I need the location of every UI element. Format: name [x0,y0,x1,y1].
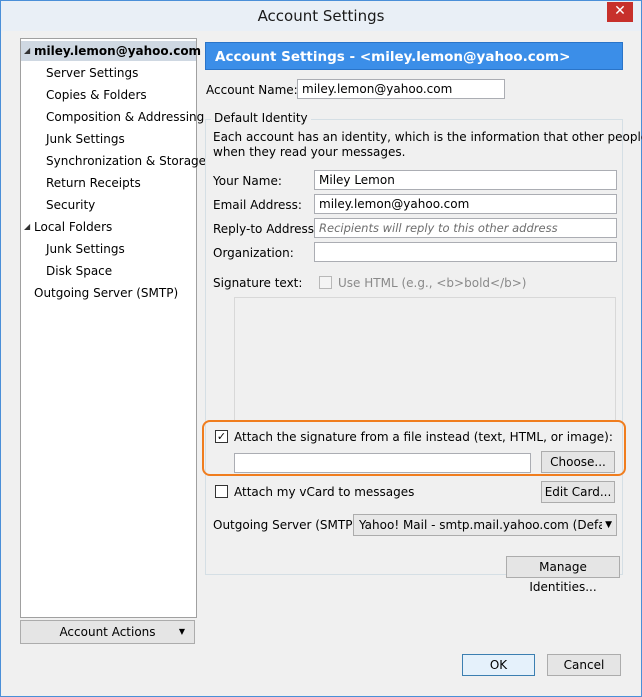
use-html-checkbox[interactable] [319,276,332,289]
account-actions-label: Account Actions [59,625,156,639]
sidebar-item-composition[interactable]: Composition & Addressing [46,107,204,127]
signature-textarea[interactable] [234,297,616,421]
sidebar-item-outgoing-server[interactable]: Outgoing Server (SMTP) [34,283,178,303]
sidebar-item-security[interactable]: Security [46,195,95,215]
account-name-label: Account Name: [206,83,298,97]
attach-vcard-checkbox[interactable] [215,485,228,498]
sidebar-item-junk-settings[interactable]: Junk Settings [46,129,125,149]
manage-identities-button[interactable]: Manage Identities... [506,556,620,594]
dropdown-caret-icon: ▼ [178,627,185,636]
reply-to-input[interactable]: Recipients will reply to this other addr… [314,218,617,238]
sidebar-item-local-junk-settings[interactable]: Junk Settings [46,239,125,259]
outgoing-server-select[interactable]: Yahoo! Mail - smtp.mail.yahoo.com (Defau… [353,514,617,536]
reply-to-label: Reply-to Address: [213,222,319,236]
sidebar-item-label: miley.lemon@yahoo.com [34,44,202,58]
window-title: Account Settings [257,7,385,25]
identity-description-line1: Each account has an identity, which is t… [213,130,642,144]
sidebar-item-label: Local Folders [34,220,113,234]
identity-description-line2: when they read your messages. [213,145,406,159]
expand-arrow-icon[interactable]: ◢ [24,41,30,61]
email-input[interactable]: miley.lemon@yahoo.com [314,194,617,214]
panel-header: Account Settings - <miley.lemon@yahoo.co… [205,42,623,70]
signature-file-input[interactable] [234,453,531,473]
expand-arrow-icon[interactable]: ◢ [24,217,30,237]
attach-signature-label: Attach the signature from a file instead… [234,430,613,444]
choose-button[interactable]: Choose... [541,451,615,473]
sidebar-item-account[interactable]: ◢ miley.lemon@yahoo.com [21,41,201,61]
default-identity-title: Default Identity [211,111,311,125]
account-actions-button[interactable]: Account Actions ▼ [20,620,195,644]
sidebar-item-return-receipts[interactable]: Return Receipts [46,173,141,193]
cancel-button[interactable]: Cancel [547,654,621,676]
sidebar-item-disk-space[interactable]: Disk Space [46,261,112,281]
outgoing-server-label: Outgoing Server (SMTP): [213,518,362,532]
attach-signature-checkbox[interactable]: ✓ [215,430,228,443]
close-icon[interactable]: ✕ [607,2,633,22]
organization-label: Organization: [213,246,294,260]
sidebar-item-server-settings[interactable]: Server Settings [46,63,138,83]
signature-text-label: Signature text: [213,276,303,290]
sidebar-item-local-folders[interactable]: ◢ Local Folders [21,217,196,237]
email-label: Email Address: [213,198,302,212]
your-name-label: Your Name: [213,174,282,188]
use-html-label: Use HTML (e.g., <b>bold</b>) [338,276,527,290]
sidebar-item-synchronization[interactable]: Synchronization & Storage [46,151,206,171]
account-tree: ◢ miley.lemon@yahoo.com Server Settings … [20,38,206,618]
outgoing-server-value: Yahoo! Mail - smtp.mail.yahoo.com (Defau [359,518,614,532]
account-name-input[interactable]: miley.lemon@yahoo.com [297,79,505,99]
edit-card-button[interactable]: Edit Card... [541,481,615,503]
account-settings-window: Account Settings ✕ ◢ miley.lemon@yahoo.c… [0,0,642,697]
chevron-down-icon: ▼ [602,515,612,535]
ok-button[interactable]: OK [462,654,535,676]
your-name-input[interactable]: Miley Lemon [314,170,617,190]
content-area: ◢ miley.lemon@yahoo.com Server Settings … [9,31,642,688]
attach-vcard-label: Attach my vCard to messages [234,485,415,499]
sidebar-item-copies-folders[interactable]: Copies & Folders [46,85,147,105]
organization-input[interactable] [314,242,617,262]
title-bar: Account Settings ✕ [1,1,641,31]
